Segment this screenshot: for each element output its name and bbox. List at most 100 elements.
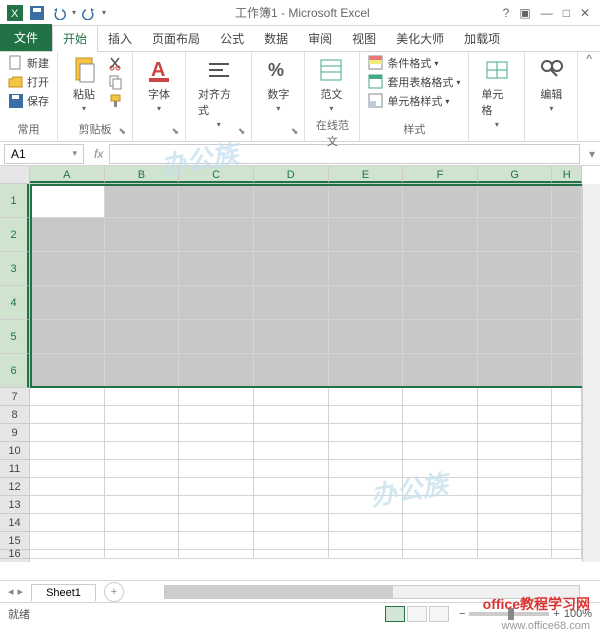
row-header[interactable]: 14 xyxy=(0,514,29,532)
tab-data[interactable]: 数据 xyxy=(254,26,298,51)
cell[interactable] xyxy=(403,354,478,388)
cell[interactable] xyxy=(552,496,581,514)
cell[interactable] xyxy=(30,550,105,559)
cell[interactable] xyxy=(329,252,404,286)
cell[interactable] xyxy=(254,184,329,218)
zoom-out-button[interactable]: − xyxy=(459,608,465,620)
cell-style-button[interactable]: 单元格样式▾ xyxy=(366,92,462,110)
cell[interactable] xyxy=(105,354,180,388)
cell[interactable] xyxy=(254,532,329,550)
dialog-launcher-icon[interactable]: ⬊ xyxy=(291,126,299,137)
page-layout-view-button[interactable] xyxy=(407,606,427,622)
cell[interactable] xyxy=(105,442,180,460)
page-break-view-button[interactable] xyxy=(429,606,449,622)
cell[interactable] xyxy=(478,550,553,559)
add-sheet-button[interactable]: + xyxy=(104,582,124,602)
cell[interactable] xyxy=(403,478,478,496)
cell[interactable] xyxy=(403,514,478,532)
redo-icon[interactable] xyxy=(80,4,98,22)
row-header[interactable]: 12 xyxy=(0,478,29,496)
cell[interactable] xyxy=(254,388,329,406)
cell[interactable] xyxy=(478,514,553,532)
cell[interactable] xyxy=(105,550,180,559)
dialog-launcher-icon[interactable]: ⬊ xyxy=(118,126,126,137)
cell[interactable] xyxy=(552,532,581,550)
cell[interactable] xyxy=(552,354,581,388)
excel-icon[interactable]: X xyxy=(6,4,24,22)
cell[interactable] xyxy=(30,478,105,496)
sheet-next-icon[interactable]: ▸ xyxy=(18,585,24,598)
cell[interactable] xyxy=(478,218,553,252)
cell[interactable] xyxy=(30,460,105,478)
row-header[interactable]: 1 xyxy=(0,184,29,218)
cell[interactable] xyxy=(552,218,581,252)
cell[interactable] xyxy=(329,514,404,532)
font-button[interactable]: A字体▾ xyxy=(139,54,179,135)
column-header[interactable]: B xyxy=(105,166,180,183)
cell[interactable] xyxy=(478,286,553,320)
row-header[interactable]: 5 xyxy=(0,320,29,354)
cell[interactable] xyxy=(329,442,404,460)
cell[interactable] xyxy=(552,406,581,424)
editing-button[interactable]: 编辑▾ xyxy=(531,54,571,135)
tab-insert[interactable]: 插入 xyxy=(98,26,142,51)
tab-view[interactable]: 视图 xyxy=(342,26,386,51)
row-header[interactable]: 16 xyxy=(0,550,29,559)
row-header[interactable]: 2 xyxy=(0,218,29,252)
cell[interactable] xyxy=(254,514,329,532)
expand-formula-bar-icon[interactable]: ▾ xyxy=(584,147,600,161)
cell[interactable] xyxy=(403,218,478,252)
cell[interactable] xyxy=(329,424,404,442)
name-box[interactable]: A1▾ xyxy=(4,144,84,164)
cell[interactable] xyxy=(30,442,105,460)
collapse-ribbon-icon[interactable]: ^ xyxy=(578,52,600,141)
sheet-prev-icon[interactable]: ◂ xyxy=(8,585,14,598)
chevron-down-icon[interactable]: ▾ xyxy=(72,148,77,159)
zoom-in-button[interactable]: + xyxy=(553,608,559,620)
column-header[interactable]: F xyxy=(403,166,478,183)
undo-icon[interactable] xyxy=(50,4,68,22)
cell[interactable] xyxy=(552,442,581,460)
cell[interactable] xyxy=(329,550,404,559)
cell[interactable] xyxy=(403,388,478,406)
column-header[interactable]: G xyxy=(478,166,553,183)
cell[interactable] xyxy=(552,320,581,354)
cell[interactable] xyxy=(30,532,105,550)
cell[interactable] xyxy=(403,460,478,478)
cell[interactable] xyxy=(478,424,553,442)
cell[interactable] xyxy=(179,252,254,286)
cell[interactable] xyxy=(179,442,254,460)
cell[interactable] xyxy=(179,354,254,388)
column-header[interactable]: A xyxy=(30,166,105,183)
cell[interactable] xyxy=(403,406,478,424)
cell[interactable] xyxy=(254,550,329,559)
tab-page-layout[interactable]: 页面布局 xyxy=(142,26,210,51)
cell[interactable] xyxy=(552,478,581,496)
minimize-button[interactable]: — xyxy=(541,6,553,20)
table-format-button[interactable]: 套用表格格式▾ xyxy=(366,73,462,91)
cell[interactable] xyxy=(403,320,478,354)
row-header[interactable]: 6 xyxy=(0,354,29,388)
cell[interactable] xyxy=(105,406,180,424)
cell[interactable] xyxy=(403,184,478,218)
cell[interactable] xyxy=(179,286,254,320)
cell[interactable] xyxy=(30,406,105,424)
zoom-slider[interactable] xyxy=(469,612,549,616)
cell[interactable] xyxy=(329,184,404,218)
save-button[interactable]: 保存 xyxy=(6,92,51,110)
cell[interactable] xyxy=(478,388,553,406)
row-header[interactable]: 13 xyxy=(0,496,29,514)
cell[interactable] xyxy=(105,424,180,442)
cell[interactable] xyxy=(254,424,329,442)
cell[interactable] xyxy=(478,460,553,478)
cell[interactable] xyxy=(30,496,105,514)
open-button[interactable]: 打开 xyxy=(6,73,51,91)
cell[interactable] xyxy=(179,218,254,252)
cell[interactable] xyxy=(179,184,254,218)
cell[interactable] xyxy=(30,354,105,388)
cell[interactable] xyxy=(403,550,478,559)
cell[interactable] xyxy=(329,406,404,424)
cell[interactable] xyxy=(254,442,329,460)
tab-file[interactable]: 文件 xyxy=(0,24,52,51)
cell[interactable] xyxy=(30,320,105,354)
